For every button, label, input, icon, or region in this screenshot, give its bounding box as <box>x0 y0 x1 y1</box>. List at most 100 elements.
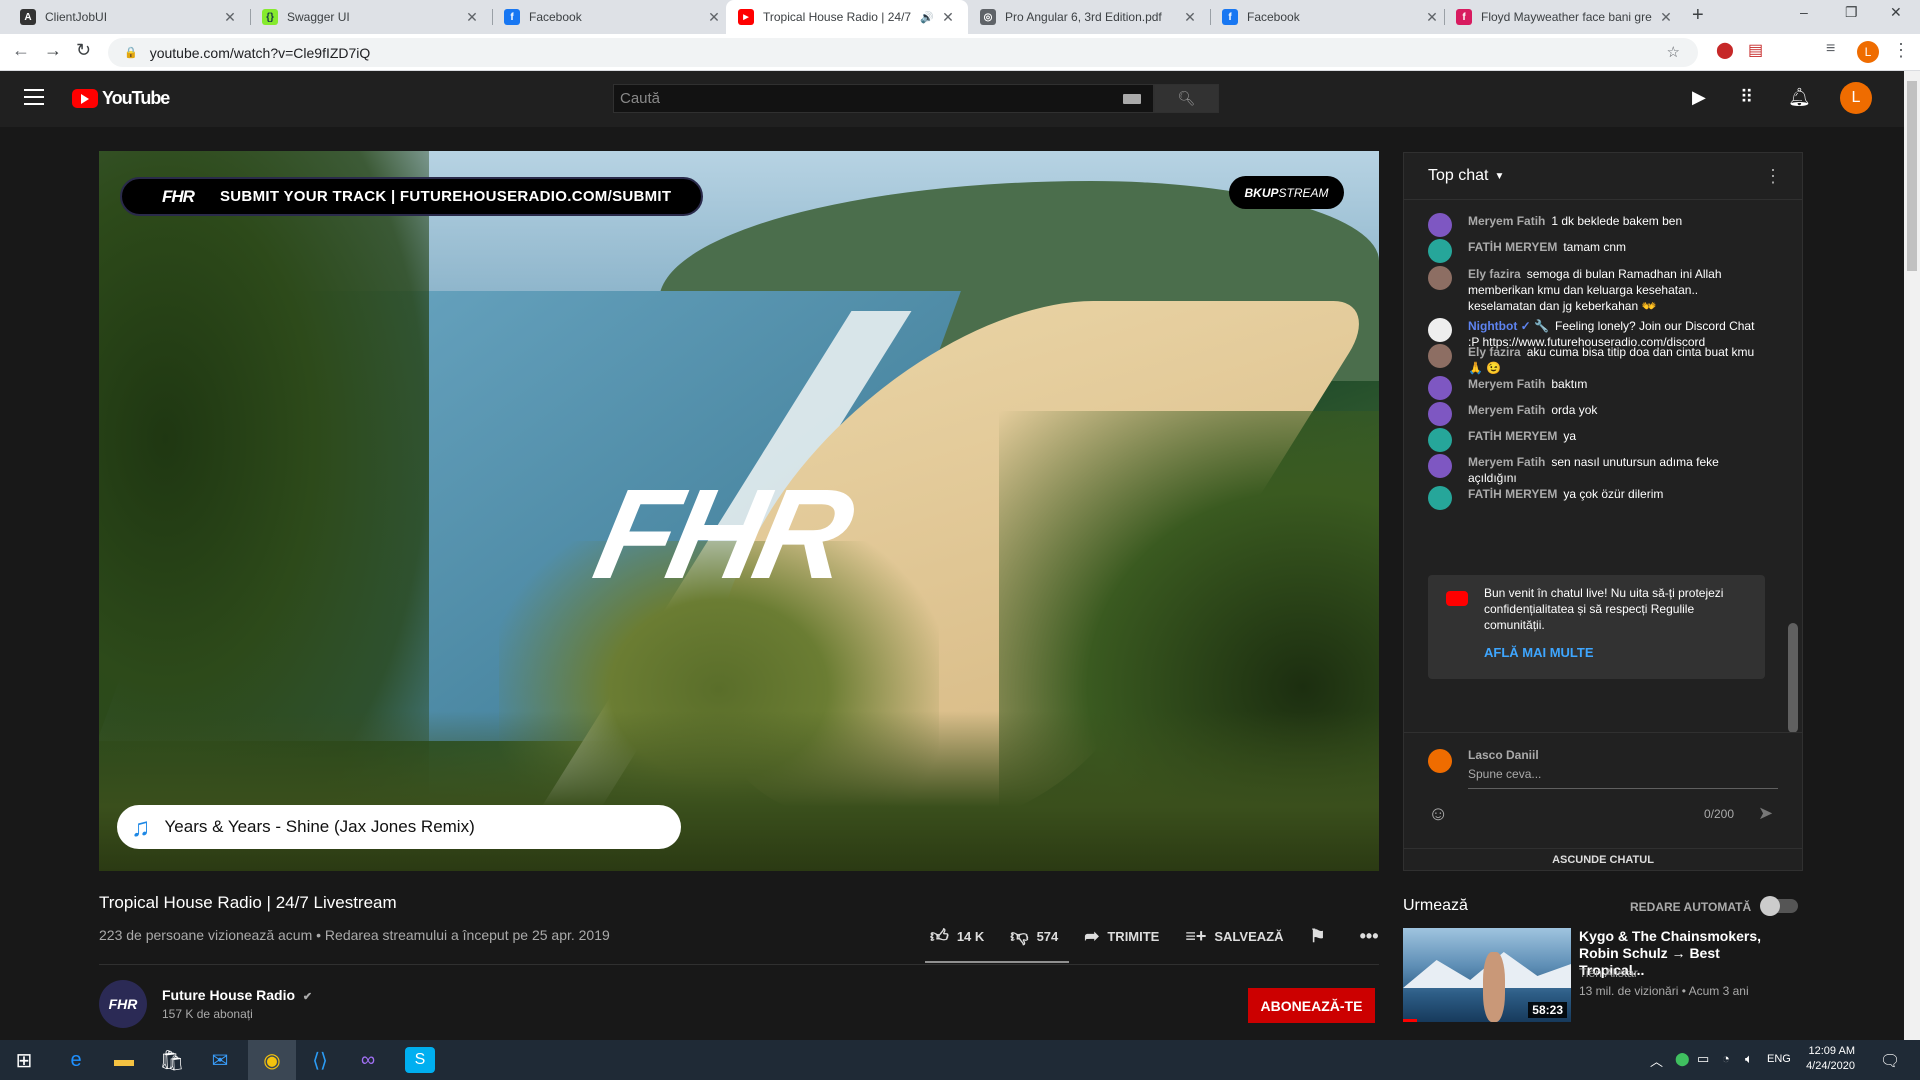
scrollbar-thumb[interactable] <box>1907 81 1917 271</box>
avatar[interactable] <box>1428 454 1452 478</box>
avatar[interactable] <box>1428 266 1452 290</box>
extension-adblock-icon[interactable]: ⬤ <box>1716 40 1734 60</box>
speaker-icon[interactable]: 🔊 <box>920 11 934 24</box>
avatar[interactable] <box>1428 213 1452 237</box>
avatar[interactable] <box>1428 428 1452 452</box>
avatar[interactable] <box>1428 376 1452 400</box>
minimize-button[interactable]: – <box>1800 4 1808 20</box>
send-icon[interactable]: ➤ <box>1758 803 1773 824</box>
channel-name[interactable]: Future House Radio ✔ <box>162 987 312 1003</box>
lock-icon[interactable]: 🔒 <box>124 46 138 59</box>
skype-icon[interactable]: S <box>405 1047 435 1073</box>
channel-avatar[interactable]: FHR <box>99 980 147 1028</box>
chat-header[interactable]: Top chat ▼ ⋮ <box>1404 153 1802 200</box>
create-video-icon[interactable]: ▶ <box>1692 87 1706 108</box>
video-player[interactable]: FHR FHR SUBMIT YOUR TRACK | FUTUREHOUSER… <box>99 151 1379 871</box>
url-field[interactable]: 🔒 youtube.com/watch?v=Cle9fIZD7iQ ☆ <box>108 38 1698 67</box>
youtube-logo[interactable]: YouTube <box>72 88 170 109</box>
tab-facebook[interactable]: f Facebook ✕ <box>492 0 734 34</box>
close-window-button[interactable]: ✕ <box>1890 4 1902 21</box>
hamburger-menu-icon[interactable] <box>24 89 44 107</box>
volume-icon[interactable]: 🔈︎ <box>1745 1051 1753 1067</box>
close-icon[interactable]: ✕ <box>1182 9 1198 26</box>
autoplay-toggle[interactable] <box>1760 896 1798 916</box>
windows-start-icon[interactable]: ⊞ <box>0 1040 48 1080</box>
avatar[interactable] <box>1428 486 1452 510</box>
profile-avatar[interactable]: L <box>1857 41 1879 63</box>
avatar[interactable] <box>1428 239 1452 263</box>
like-button[interactable]: 👍︎ 14 K <box>930 925 984 947</box>
more-actions-button[interactable]: ••• <box>1360 926 1387 947</box>
battery-icon[interactable]: ▭ <box>1697 1051 1709 1067</box>
tab-floyd[interactable]: f Floyd Mayweather face bani gre ✕ <box>1444 0 1686 34</box>
tab-clientjobui[interactable]: A ClientJobUI ✕ <box>8 0 250 34</box>
chrome-icon[interactable]: ◉ <box>248 1040 296 1080</box>
close-icon[interactable]: ✕ <box>464 9 480 26</box>
chat-scrollbar[interactable] <box>1788 623 1798 733</box>
edge-icon[interactable]: e <box>52 1040 100 1080</box>
close-icon[interactable]: ✕ <box>222 9 238 26</box>
chat-author[interactable]: Nightbot ✓ 🔧 <box>1468 319 1549 333</box>
maximize-button[interactable]: ❐ <box>1845 4 1858 21</box>
page-scrollbar[interactable] <box>1904 71 1920 1040</box>
avatar[interactable] <box>1428 344 1452 368</box>
visual-studio-icon[interactable]: ∞ <box>344 1040 392 1080</box>
notifications-icon[interactable]: 🗨︎ <box>1880 1051 1900 1071</box>
file-explorer-icon[interactable]: ▬ <box>100 1040 148 1080</box>
tab-facebook-2[interactable]: f Facebook ✕ <box>1210 0 1452 34</box>
next-video-channel[interactable]: Tiến Alistar <box>1579 966 1638 980</box>
browser-menu-icon[interactable]: ⋮ <box>1892 40 1910 61</box>
wifi-icon[interactable]: ◔ <box>1722 1051 1730 1066</box>
tray-expand-icon[interactable]: ︿ <box>1650 1051 1663 1070</box>
avatar[interactable] <box>1428 402 1452 426</box>
chat-author[interactable]: FATİH MERYEM <box>1468 429 1557 443</box>
extension-pdf-icon[interactable]: ▤ <box>1748 40 1763 60</box>
vscode-icon[interactable]: ⟨⟩ <box>296 1040 344 1080</box>
tray-app-icon[interactable]: ⬤ <box>1675 1051 1690 1067</box>
more-vertical-icon[interactable]: ⋮ <box>1764 166 1782 187</box>
subscribe-button[interactable]: ABONEAZĂ-TE <box>1248 988 1375 1023</box>
save-button[interactable]: ≡+ SALVEAZĂ <box>1185 926 1283 947</box>
close-icon[interactable]: ✕ <box>940 9 956 26</box>
chat-author[interactable]: Ely fazira <box>1468 345 1521 359</box>
apps-grid-icon[interactable]: ⠿ <box>1740 87 1753 108</box>
reading-list-icon[interactable]: ≡ <box>1826 40 1835 58</box>
chat-author[interactable]: Ely fazira <box>1468 267 1521 281</box>
system-clock[interactable]: 12:09 AM 4/24/2020 <box>1795 1044 1855 1074</box>
learn-more-link[interactable]: AFLĂ MAI MULTE <box>1484 645 1594 661</box>
store-icon[interactable]: 🛍︎ <box>148 1040 196 1080</box>
chat-author[interactable]: Meryem Fatih <box>1468 214 1545 228</box>
chat-message-input[interactable]: Spune ceva... <box>1468 767 1778 789</box>
chat-author[interactable]: Meryem Fatih <box>1468 377 1545 391</box>
mail-icon[interactable]: ✉ <box>196 1040 244 1080</box>
reload-icon[interactable]: ↻ <box>76 40 91 61</box>
close-icon[interactable]: ✕ <box>706 9 722 26</box>
chevron-down-icon[interactable]: ▼ <box>1494 171 1504 182</box>
emoji-icon[interactable]: ☺ <box>1428 803 1448 826</box>
avatar[interactable]: L <box>1840 82 1872 114</box>
back-icon[interactable]: ← <box>12 40 30 61</box>
chat-author[interactable]: FATİH MERYEM <box>1468 240 1557 254</box>
chat-author[interactable]: FATİH MERYEM <box>1468 487 1557 501</box>
dislike-button[interactable]: 👎︎ 574 <box>1010 925 1058 947</box>
chat-author[interactable]: Meryem Fatih <box>1468 455 1545 469</box>
notifications-bell-icon[interactable]: 🔔︎ <box>1788 87 1811 108</box>
search-input[interactable]: Caută <box>613 84 1154 113</box>
close-icon[interactable]: ✕ <box>1658 9 1674 26</box>
language-indicator[interactable]: ENG <box>1767 1053 1791 1065</box>
tab-youtube-active[interactable]: ▶ Tropical House Radio | 24/7 L 🔊 ✕ <box>726 0 968 34</box>
forward-icon[interactable]: → <box>44 40 62 61</box>
new-tab-button[interactable]: + <box>1692 4 1704 27</box>
hide-chat-button[interactable]: ASCUNDE CHATUL <box>1404 848 1802 870</box>
chat-author[interactable]: Meryem Fatih <box>1468 403 1545 417</box>
search-button[interactable]: 🔍︎ <box>1154 84 1219 113</box>
tab-swagger[interactable]: {} Swagger UI ✕ <box>250 0 492 34</box>
next-video-thumbnail[interactable]: 58:23 <box>1403 928 1571 1022</box>
close-icon[interactable]: ✕ <box>1424 9 1440 26</box>
share-button[interactable]: ➦ TRIMITE <box>1084 926 1159 947</box>
keyboard-icon[interactable] <box>1123 94 1141 104</box>
tab-pdf[interactable]: ◎ Pro Angular 6, 3rd Edition.pdf ✕ <box>968 0 1210 34</box>
star-icon[interactable]: ☆ <box>1667 43 1680 61</box>
avatar[interactable] <box>1428 318 1452 342</box>
report-button[interactable]: ⚑ <box>1309 926 1333 947</box>
